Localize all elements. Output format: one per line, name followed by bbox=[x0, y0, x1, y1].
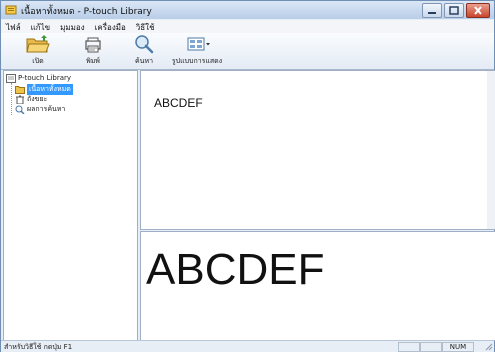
minimize-icon bbox=[428, 12, 436, 14]
open-label: เปิด bbox=[32, 57, 44, 65]
close-icon bbox=[474, 6, 482, 15]
folder-icon bbox=[15, 85, 25, 94]
menu-tools[interactable]: เครื่องมือ bbox=[90, 20, 131, 33]
menu-edit[interactable]: แก้ไข bbox=[26, 20, 56, 33]
tree-item-all-contents[interactable]: เนื้อหาทั้งหมด bbox=[15, 83, 73, 95]
view-mode-icon bbox=[187, 37, 210, 51]
preview-text: ABCDEF bbox=[146, 245, 325, 294]
open-button[interactable]: เปิด bbox=[23, 34, 53, 67]
trash-icon bbox=[16, 95, 24, 104]
list-scrollbar[interactable] bbox=[487, 71, 495, 229]
status-cell-empty-1 bbox=[398, 342, 420, 352]
app-icon bbox=[5, 5, 17, 15]
tree-item-label: ผลการค้นหา bbox=[27, 104, 66, 113]
template-list-pane[interactable]: ABCDEF bbox=[140, 70, 495, 230]
window-title: เนื้อหาทั้งหมด - P-touch Library bbox=[21, 7, 152, 17]
view-mode-button[interactable]: รูปแบบการแสดง bbox=[167, 34, 227, 67]
tree-root-label: P-touch Library bbox=[18, 74, 72, 82]
close-button[interactable] bbox=[466, 3, 490, 18]
search-label: ค้นหา bbox=[134, 57, 153, 65]
app-window: เนื้อหาทั้งหมด - P-touch Library ไฟล์ แก… bbox=[0, 0, 495, 352]
view-mode-label: รูปแบบการแสดง bbox=[171, 57, 223, 65]
preview-pane: ABCDEF bbox=[140, 231, 495, 341]
maximize-button[interactable] bbox=[444, 3, 464, 18]
resize-grip-icon[interactable] bbox=[485, 343, 493, 351]
tree-item-trash[interactable]: ถังขยะ bbox=[15, 94, 47, 104]
status-help-text: สำหรับวิธีใช้ กดปุ่ม F1 bbox=[4, 343, 73, 351]
status-cell-empty-2 bbox=[420, 342, 442, 352]
toolbar: เปิด พิมพ์ ค้นหา รูปแบบการแสดง bbox=[1, 33, 494, 70]
print-button[interactable]: พิมพ์ bbox=[76, 34, 110, 67]
template-list-item[interactable]: ABCDEF bbox=[154, 96, 203, 110]
printer-icon bbox=[85, 37, 101, 53]
menu-help[interactable]: วิธีใช้ bbox=[131, 20, 160, 33]
folder-open-icon bbox=[26, 35, 50, 53]
maximize-icon bbox=[449, 6, 459, 15]
minimize-button[interactable] bbox=[422, 3, 442, 18]
title-bar[interactable]: เนื้อหาทั้งหมด - P-touch Library bbox=[1, 1, 494, 19]
menu-bar: ไฟล์ แก้ไข มุมมอง เครื่องมือ วิธีใช้ bbox=[1, 20, 494, 33]
library-tree[interactable]: P-touch Library เนื้อหาทั้งหมด ถังขยะ ผล… bbox=[3, 70, 138, 341]
status-bar: สำหรับวิธีใช้ กดปุ่ม F1 NUM bbox=[1, 340, 494, 352]
search-button[interactable]: ค้นหา bbox=[129, 34, 159, 67]
tree-item-search-results[interactable]: ผลการค้นหา bbox=[15, 104, 65, 114]
status-num-indicator: NUM bbox=[442, 342, 474, 352]
library-icon bbox=[6, 73, 16, 83]
menu-file[interactable]: ไฟล์ bbox=[1, 20, 26, 33]
menu-view[interactable]: มุมมอง bbox=[55, 20, 90, 33]
print-label: พิมพ์ bbox=[86, 57, 100, 65]
search-icon bbox=[135, 35, 154, 54]
tree-root[interactable]: P-touch Library bbox=[6, 73, 71, 83]
search-results-icon bbox=[15, 105, 25, 114]
